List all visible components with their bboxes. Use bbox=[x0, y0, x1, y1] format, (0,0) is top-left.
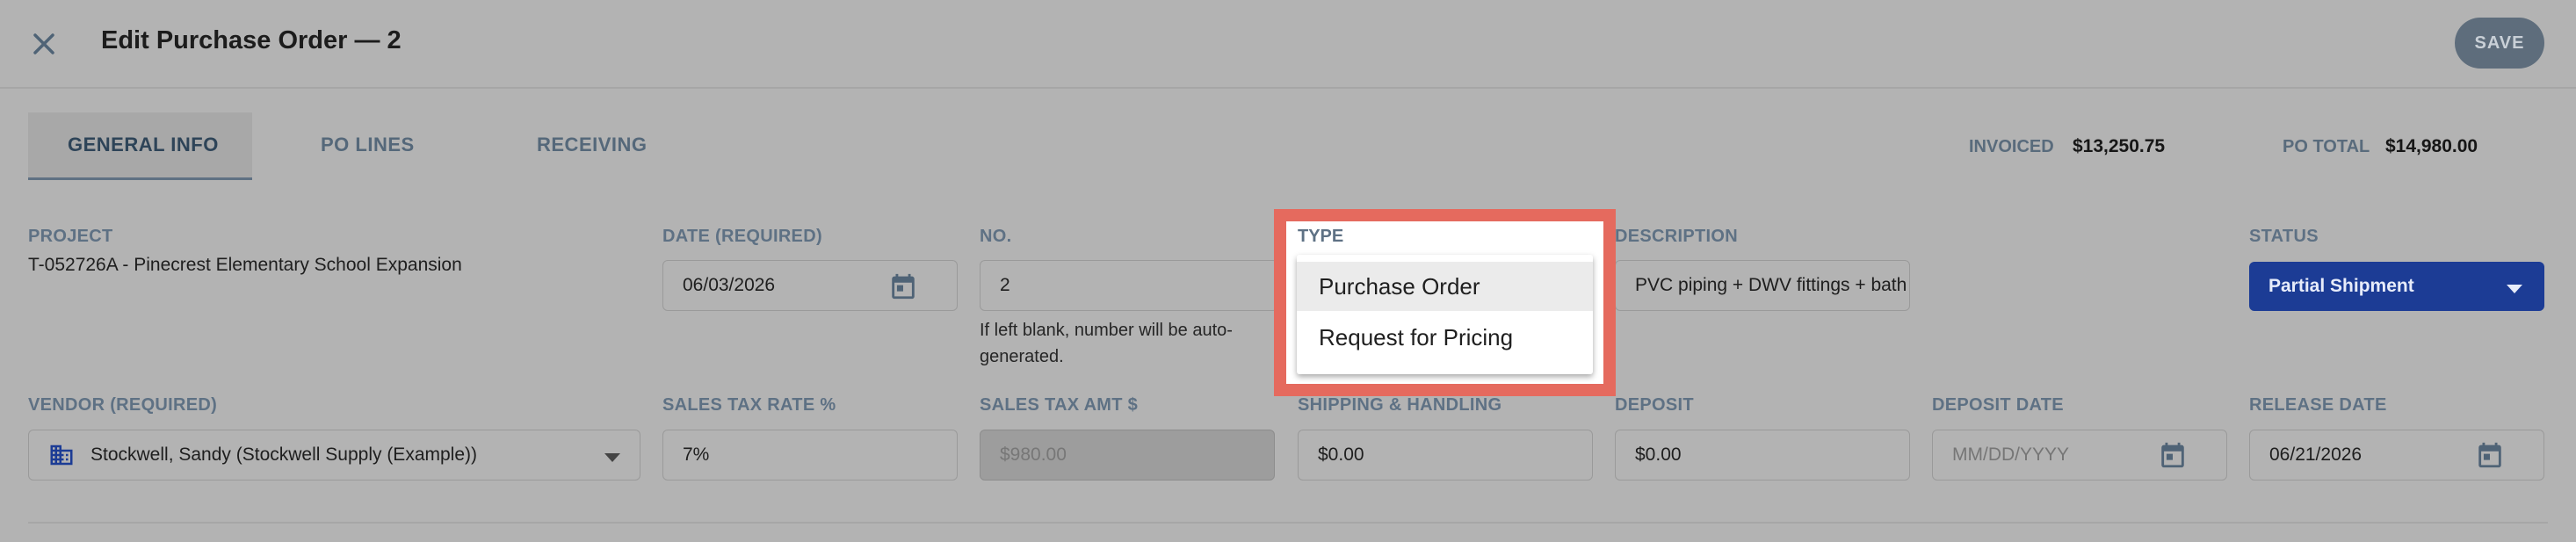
deposit-calendar-icon[interactable] bbox=[2158, 440, 2188, 474]
calendar-icon[interactable] bbox=[888, 271, 918, 306]
type-label: TYPE bbox=[1298, 227, 1344, 246]
invoiced-label: INVOICED bbox=[1969, 137, 2054, 156]
status-value: Partial Shipment bbox=[2268, 276, 2414, 296]
vendor-select[interactable]: Stockwell, Sandy (Stockwell Supply (Exam… bbox=[28, 430, 640, 481]
sales-tax-rate-field[interactable]: 7% bbox=[662, 430, 958, 481]
po-total-value: $14,980.00 bbox=[2385, 136, 2478, 156]
invoiced-value: $13,250.75 bbox=[2073, 136, 2166, 156]
description-label: DESCRIPTION bbox=[1615, 227, 1738, 246]
tab-general-info[interactable]: GENERAL INFO bbox=[68, 134, 219, 156]
sales-tax-amt-label: SALES TAX AMT $ bbox=[980, 395, 1139, 415]
save-button[interactable]: SAVE bbox=[2455, 18, 2544, 69]
status-label: STATUS bbox=[2249, 227, 2319, 246]
tab-po-lines[interactable]: PO LINES bbox=[321, 134, 415, 156]
date-value: 06/03/2026 bbox=[683, 275, 776, 295]
vendor-caret-down-icon[interactable] bbox=[604, 451, 620, 466]
vendor-value: Stockwell, Sandy (Stockwell Supply (Exam… bbox=[90, 444, 477, 465]
sales-tax-rate-value: 7% bbox=[683, 444, 710, 465]
po-total-label: PO TOTAL bbox=[2283, 137, 2370, 156]
shipping-value: $0.00 bbox=[1318, 444, 1364, 465]
sales-tax-rate-label: SALES TAX RATE % bbox=[662, 395, 836, 415]
description-field[interactable]: PVC piping + DWV fittings + bath fixture… bbox=[1615, 260, 1910, 311]
header-divider bbox=[0, 87, 2576, 89]
deposit-value: $0.00 bbox=[1635, 444, 1682, 465]
sales-tax-amt-value: $980.00 bbox=[1000, 444, 1067, 465]
deposit-date-label: DEPOSIT DATE bbox=[1932, 395, 2064, 415]
shipping-field[interactable]: $0.00 bbox=[1298, 430, 1593, 481]
section-divider bbox=[28, 522, 2548, 524]
description-value: PVC piping + DWV fittings + bath fixture… bbox=[1635, 275, 1909, 295]
number-helper-text: If left blank, number will be auto-gener… bbox=[980, 321, 1233, 366]
type-dropdown-menu: Purchase Order Request for Pricing bbox=[1297, 255, 1593, 374]
page-title: Edit Purchase Order — 2 bbox=[101, 26, 402, 54]
number-label: NO. bbox=[980, 227, 1012, 246]
release-date-label: RELEASE DATE bbox=[2249, 395, 2387, 415]
vendor-label: VENDOR (REQUIRED) bbox=[28, 395, 218, 415]
deposit-field[interactable]: $0.00 bbox=[1615, 430, 1910, 481]
release-calendar-icon[interactable] bbox=[2475, 440, 2505, 474]
close-icon[interactable] bbox=[26, 26, 62, 61]
number-value: 2 bbox=[1000, 275, 1010, 295]
caret-down-icon[interactable] bbox=[2507, 282, 2522, 298]
deposit-label: DEPOSIT bbox=[1615, 395, 1694, 415]
date-label: DATE (REQUIRED) bbox=[662, 227, 822, 246]
building-icon bbox=[48, 442, 75, 473]
project-value: T-052726A - Pinecrest Elementary School … bbox=[28, 255, 462, 275]
number-field[interactable]: 2 bbox=[980, 260, 1278, 311]
sales-tax-amt-field: $980.00 bbox=[980, 430, 1275, 481]
tab-receiving[interactable]: RECEIVING bbox=[537, 134, 648, 156]
project-label: PROJECT bbox=[28, 227, 113, 246]
release-date-value: 06/21/2026 bbox=[2269, 444, 2363, 465]
deposit-date-placeholder: MM/DD/YYYY bbox=[1952, 444, 2070, 465]
status-select[interactable]: Partial Shipment bbox=[2249, 262, 2544, 311]
type-option-request-for-pricing[interactable]: Request for Pricing bbox=[1297, 313, 1593, 362]
shipping-label: SHIPPING & HANDLING bbox=[1298, 395, 1502, 415]
type-option-purchase-order[interactable]: Purchase Order bbox=[1297, 262, 1593, 311]
